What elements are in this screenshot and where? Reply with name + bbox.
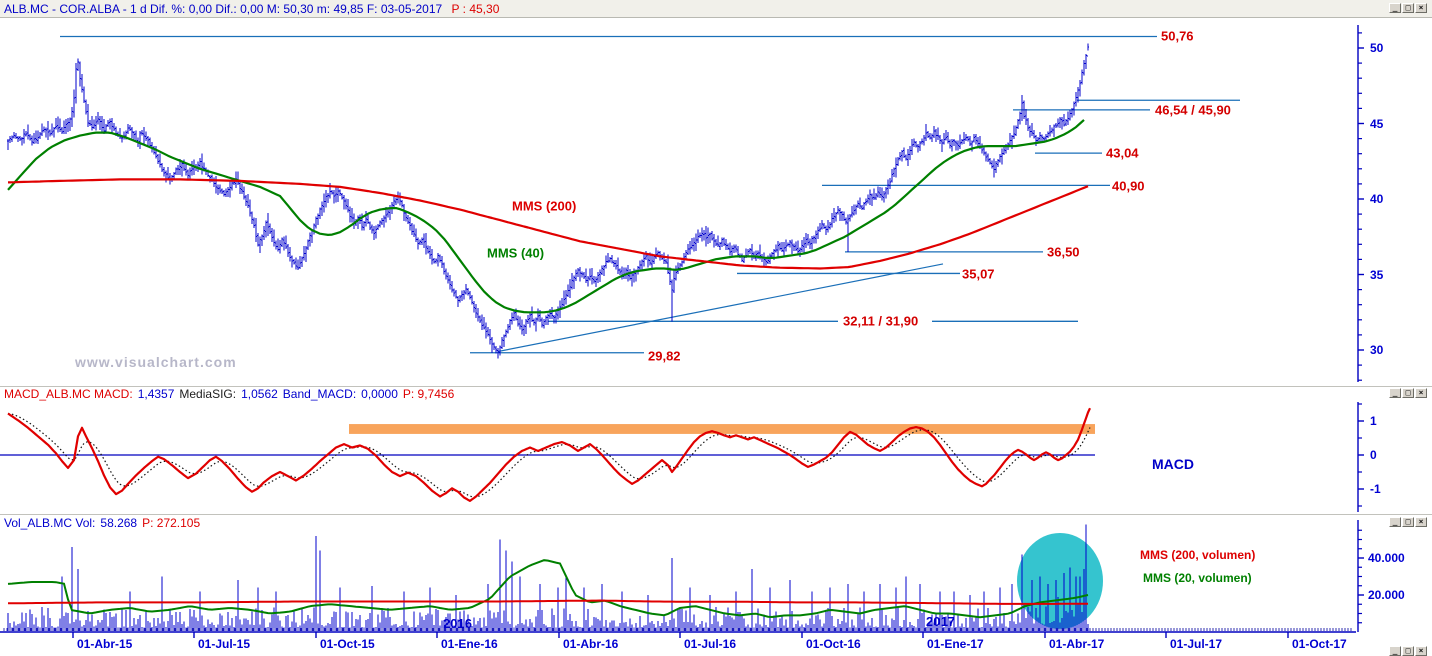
window-controls-row-0: _ □ ×	[1389, 3, 1427, 13]
chart-title-bar: ALB.MC - COR.ALBA - 1 d Dif. %: 0,00 Dif…	[0, 0, 1432, 18]
date-label-01-Ene-17: 01-Ene-17	[927, 637, 984, 651]
maximize-button[interactable]: □	[1402, 388, 1414, 398]
minimize-button[interactable]: _	[1389, 517, 1401, 527]
date-label-01-Abr-17: 01-Abr-17	[1049, 637, 1105, 651]
macd-axis-label-0: 0	[1370, 448, 1377, 462]
volume-panel-title: Vol_ALB.MC Vol: 58.268 P: 272.105	[4, 516, 205, 530]
macd-panel-title: MACD_ALB.MC MACD: 1,4357 MediaSIG: 1,0562 Ba…	[4, 387, 459, 401]
price-level-label-3: 40,90	[1112, 178, 1145, 194]
minimize-button[interactable]: _	[1389, 646, 1401, 656]
minimize-button[interactable]: _	[1389, 3, 1401, 13]
date-label-01-Oct-17: 01-Oct-17	[1292, 637, 1347, 651]
symbol-info: ALB.MC - COR.ALBA - 1 d Dif. %: 0,00 Dif…	[4, 2, 443, 16]
maximize-button[interactable]: □	[1402, 517, 1414, 527]
macd-title-segment-2: MediaSIG:	[179, 387, 237, 401]
price-axis-label-30: 30	[1370, 343, 1384, 357]
date-label-01-Jul-17: 01-Jul-17	[1170, 637, 1223, 651]
window-controls-row-3: _ □ ×	[1389, 646, 1427, 656]
macd-title-segment-0: MACD_ALB.MC MACD:	[4, 387, 133, 401]
price-level-label-1: 46,54 / 45,90	[1155, 102, 1231, 118]
volume-title-segment-2: P: 272.105	[142, 516, 201, 530]
maximize-button[interactable]: □	[1402, 3, 1414, 13]
last-price: P : 45,30	[451, 2, 500, 16]
macd-title-segment-1: 1,4357	[137, 387, 175, 401]
close-button[interactable]: ×	[1415, 517, 1427, 527]
window-controls-row-2: _ □ ×	[1389, 517, 1427, 527]
price-ma-label-0: MMS (200)	[512, 198, 577, 214]
visualchart-window: { "title_bar": { "info": "ALB.MC - COR.A…	[0, 0, 1432, 656]
volume-bars[interactable]	[7, 524, 1089, 631]
price-axis-label-35: 35	[1370, 267, 1384, 282]
price-level-label-2: 43,04	[1106, 145, 1139, 161]
close-button[interactable]: ×	[1415, 646, 1427, 656]
price-level-label-0: 50,76	[1161, 28, 1194, 44]
price-level-label-6: 32,11 / 31,90	[843, 313, 919, 329]
price-ma-label-1: MMS (40)	[487, 245, 545, 261]
price-level-label-4: 36,50	[1047, 244, 1080, 260]
date-label-01-Jul-16: 01-Jul-16	[684, 637, 737, 651]
price-level-label-5: 35,07	[962, 266, 995, 282]
date-label-01-Oct-15: 01-Oct-15	[320, 637, 375, 651]
maximize-button[interactable]: □	[1402, 646, 1414, 656]
macd-title-segment-4: Band_MACD:	[282, 387, 357, 401]
date-label-01-Abr-15: 01-Abr-15	[77, 637, 133, 651]
price-axis-label-50: 50	[1370, 41, 1384, 55]
date-label-01-Abr-16: 01-Abr-16	[563, 637, 619, 651]
macd-title-segment-5: 0,0000	[361, 387, 398, 401]
date-label-01-Jul-15: 01-Jul-15	[198, 637, 251, 651]
volume-axis-label-20000: 20.000	[1368, 588, 1405, 602]
mms200-volume-line[interactable]	[8, 599, 1088, 605]
minimize-button[interactable]: _	[1389, 388, 1401, 398]
volume-title-segment-1: 58.268	[100, 516, 138, 530]
mms200-line[interactable]	[7, 178, 1089, 270]
window-controls-row-1: _ □ ×	[1389, 388, 1427, 398]
price-axis-label-45: 45	[1370, 116, 1384, 131]
volume-ma-label-0: MMS (200, volumen)	[1140, 548, 1256, 562]
macd-title-segment-6: P: 9,7456	[402, 387, 455, 401]
date-label-01-Oct-16: 01-Oct-16	[806, 637, 861, 651]
volume-ma-label-1: MMS (20, volumen)	[1143, 571, 1252, 585]
mms20-volume-line[interactable]	[7, 559, 1089, 619]
macd-axis-label--1: -1	[1370, 482, 1381, 496]
macd-title-segment-3: 1,0562	[241, 387, 278, 401]
volume-axis-label-40000: 40.000	[1368, 551, 1405, 565]
volume-title-segment-0: Vol_ALB.MC Vol:	[4, 516, 96, 530]
macd-band	[349, 424, 1095, 434]
close-button[interactable]: ×	[1415, 3, 1427, 13]
macd-indicator-label: MACD	[1152, 456, 1194, 472]
time-axis-labels-row: 01-Abr-15 01-Jul-15 01-Oct-15 01-Ene-16 01-A…	[0, 634, 1356, 652]
close-button[interactable]: ×	[1415, 388, 1427, 398]
price-level-label-7: 29,82	[648, 348, 681, 364]
macd-axis-label-1: 1	[1370, 414, 1377, 428]
date-label-01-Ene-16: 01-Ene-16	[441, 637, 498, 651]
price-axis-label-40: 40	[1370, 192, 1384, 206]
mms40-line[interactable]	[7, 119, 1085, 314]
